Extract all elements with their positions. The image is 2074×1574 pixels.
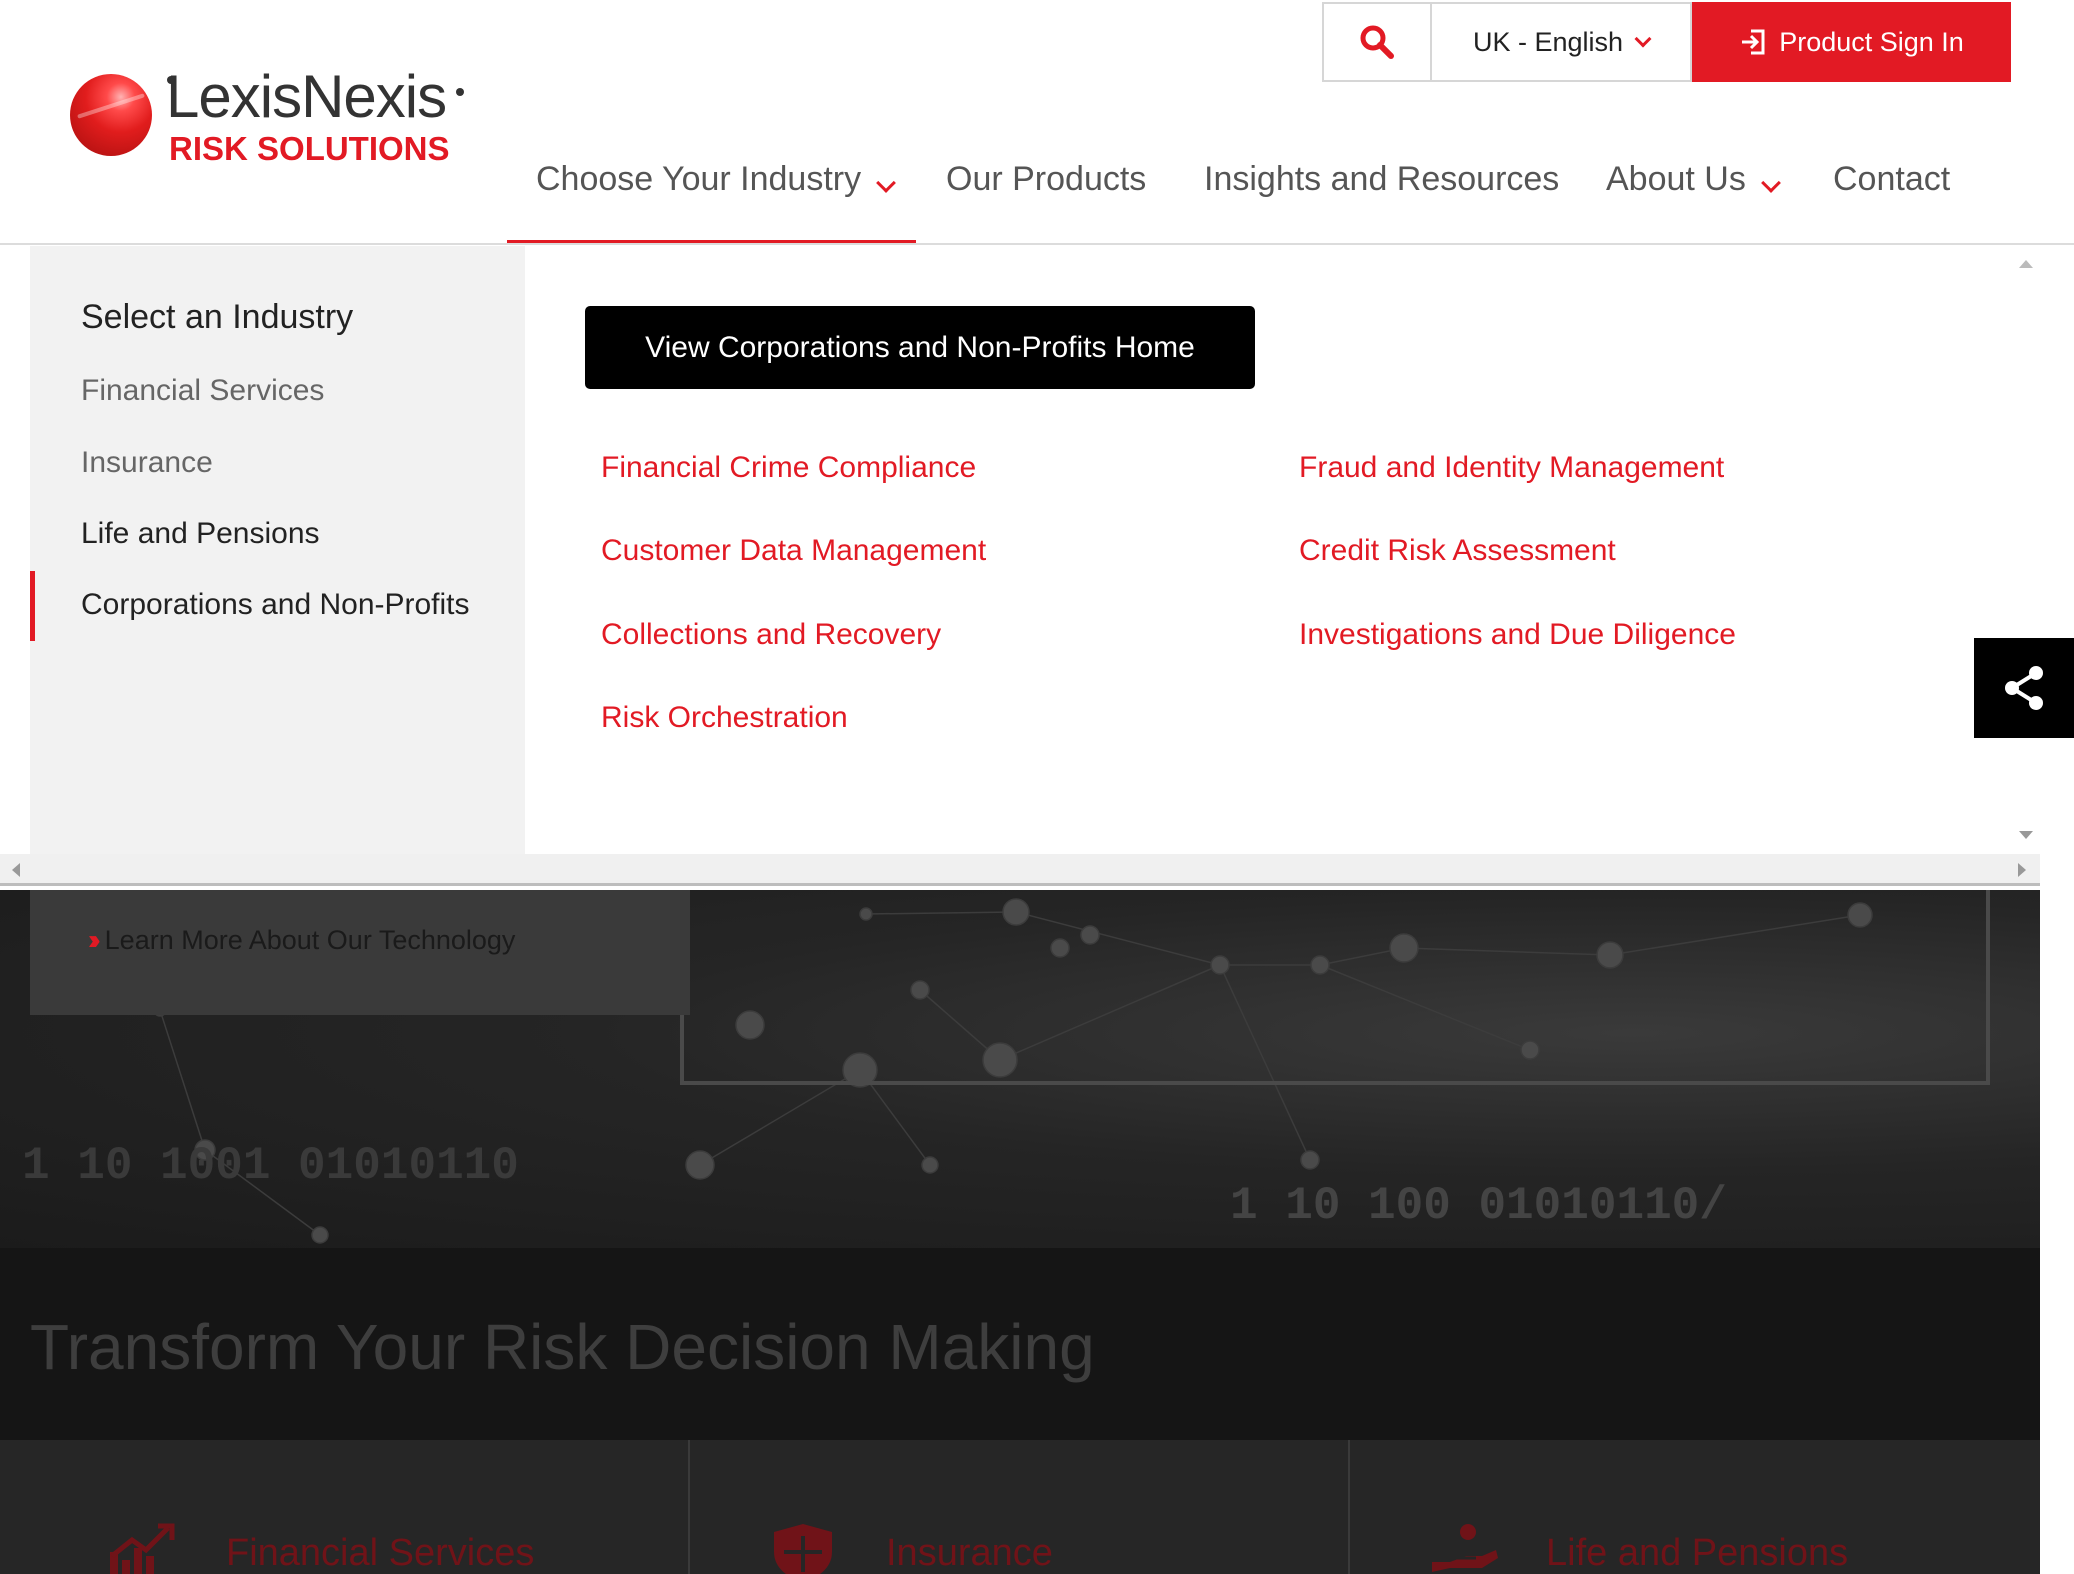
nav-label: Our Products [946, 160, 1147, 198]
chevron-down-icon [876, 173, 897, 193]
solution-link[interactable]: Collections and Recovery [601, 618, 941, 652]
learn-more-panel: ›› Learn More About Our Technology [30, 890, 690, 1015]
learn-more-label: Learn More About Our Technology [104, 924, 516, 955]
card-insurance[interactable]: Insurance [690, 1440, 1350, 1574]
share-button[interactable] [1974, 638, 2074, 738]
logo-dot [456, 88, 464, 96]
nav-label: About Us [1606, 160, 1746, 198]
scroll-right-icon[interactable] [2018, 863, 2026, 877]
lexisnexis-logo[interactable]: LexisNexis RISK SOLUTIONS [70, 62, 470, 172]
solution-link[interactable]: Financial Crime Compliance [601, 451, 976, 485]
binary-decoration: 1 10 1001 01010110 [22, 1140, 519, 1192]
nav-about-us[interactable]: About Us [1606, 160, 1781, 243]
learn-more-link[interactable]: ›› Learn More About Our Technology [88, 924, 515, 956]
industry-life-pensions[interactable]: Life and Pensions [81, 517, 320, 551]
nav-our-products[interactable]: Our Products [946, 160, 1146, 243]
page-headline: Transform Your Risk Decision Making [30, 1311, 1095, 1383]
logo-dot [167, 76, 175, 84]
industry-mega-menu: Select an Industry Financial Services In… [0, 246, 2040, 886]
search-icon [1360, 25, 1394, 59]
utility-bar: UK - English Product Sign In [1322, 2, 2011, 82]
view-home-button[interactable]: View Corporations and Non-Profits Home [585, 306, 1255, 389]
nav-choose-industry[interactable]: Choose Your Industry [507, 160, 916, 243]
language-label: UK - English [1472, 26, 1624, 57]
logo-wordmark: LexisNexis [166, 63, 447, 130]
chevron-down-icon [1760, 173, 1781, 193]
logo-subtitle: RISK SOLUTIONS [169, 130, 450, 167]
menu-horizontal-scrollbar[interactable] [0, 854, 2040, 886]
active-indicator [30, 571, 35, 641]
solution-link[interactable]: Fraud and Identity Management [1299, 451, 1724, 485]
industry-corporations-nonprofits[interactable]: Corporations and Non-Profits [81, 588, 470, 622]
card-life-pensions[interactable]: Life and Pensions [1350, 1440, 2040, 1574]
industry-financial-services[interactable]: Financial Services [81, 374, 324, 408]
nav-label: Choose Your Industry [536, 160, 862, 198]
site-header: LexisNexis RISK SOLUTIONS UK - English P… [0, 0, 2074, 245]
solution-link[interactable]: Customer Data Management [601, 534, 986, 568]
scroll-up-icon[interactable] [2019, 260, 2033, 268]
chart-growth-icon [110, 1523, 175, 1574]
card-title: Financial Services [226, 1532, 535, 1574]
solution-link[interactable]: Investigations and Due Diligence [1299, 618, 1736, 652]
card-title: Insurance [886, 1532, 1053, 1574]
hand-coins-icon [1432, 1524, 1498, 1572]
sign-in-icon [1742, 29, 1765, 55]
chevron-down-icon [1634, 30, 1652, 48]
product-signin-button[interactable]: Product Sign In [1692, 2, 2011, 82]
menu-heading: Select an Industry [81, 298, 354, 336]
hero-frame [680, 890, 1990, 1085]
language-selector[interactable]: UK - English [1430, 2, 1692, 82]
menu-vertical-scrollbar[interactable] [2010, 246, 2040, 854]
binary-decoration: 1 10 100 01010110/ [1230, 1180, 1727, 1232]
industry-cards: Financial Services Insurance Life and Pe… [0, 1440, 2040, 1574]
nav-contact[interactable]: Contact [1833, 160, 1950, 243]
card-financial-services[interactable]: Financial Services [0, 1440, 690, 1574]
card-title: Life and Pensions [1546, 1532, 1849, 1574]
nav-label: Insights and Resources [1204, 160, 1560, 198]
nav-label: Contact [1833, 160, 1951, 198]
scroll-left-icon[interactable] [12, 863, 20, 877]
nav-insights-resources[interactable]: Insights and Resources [1204, 160, 1559, 243]
double-chevron-right-icon: ›› [88, 924, 100, 955]
signin-label: Product Sign In [1779, 26, 1964, 57]
solution-link[interactable]: Risk Orchestration [601, 701, 848, 735]
industry-insurance[interactable]: Insurance [81, 446, 213, 480]
solution-link[interactable]: Credit Risk Assessment [1299, 534, 1616, 568]
search-button[interactable] [1322, 2, 1430, 82]
logo-globe-icon [70, 74, 152, 156]
share-icon [2005, 666, 2043, 710]
headline-band: Transform Your Risk Decision Making [0, 1248, 2040, 1440]
industry-list-panel: Select an Industry Financial Services In… [30, 246, 525, 854]
scroll-down-icon[interactable] [2019, 831, 2033, 839]
hero-section: ›› Learn More About Our Technology 1 10 … [0, 890, 2040, 1248]
shield-icon [774, 1524, 832, 1574]
